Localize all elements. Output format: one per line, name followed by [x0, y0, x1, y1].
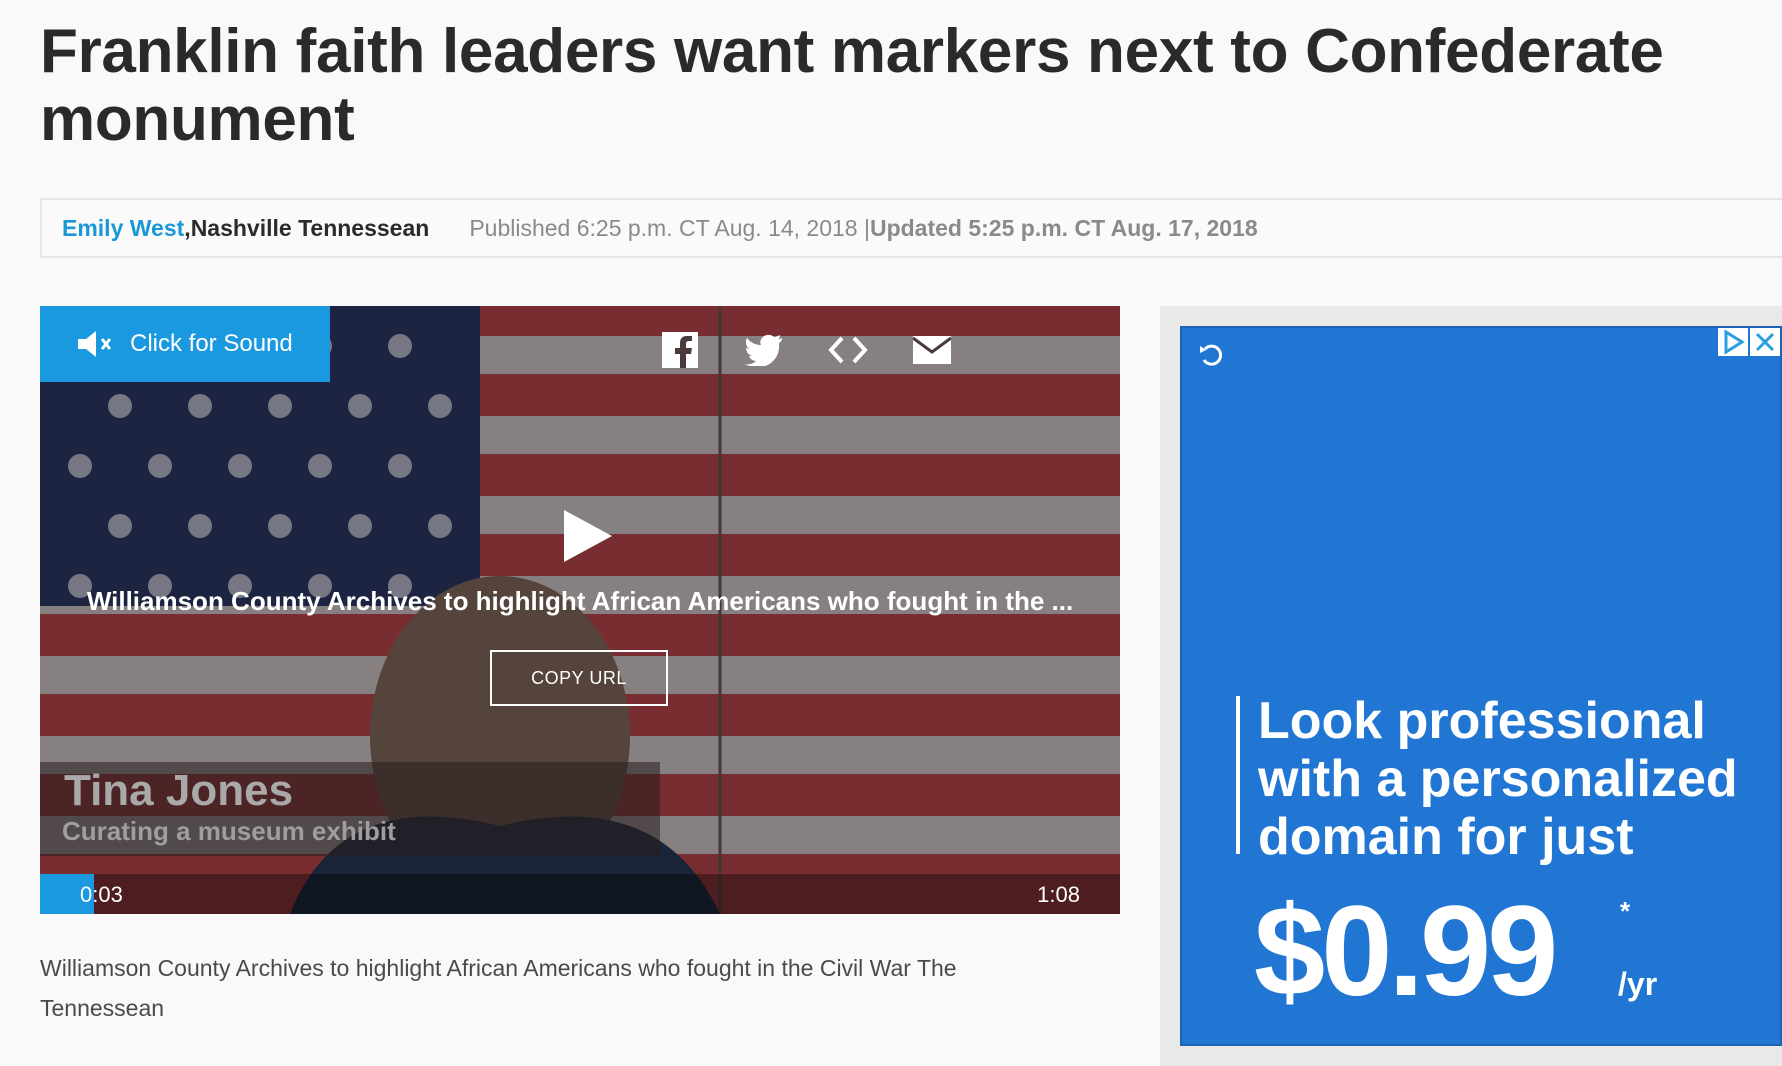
- ad-line-1: Look professional: [1258, 692, 1706, 750]
- lower-third-subtitle: Curating a museum exhibit: [62, 816, 396, 846]
- article-headline: Franklin faith leaders want markers next…: [40, 17, 1664, 154]
- ad-price: $0.99: [1254, 880, 1558, 1023]
- click-for-sound-button[interactable]: Click for Sound: [40, 306, 330, 382]
- ad-divider: [1236, 696, 1240, 854]
- facebook-icon[interactable]: [658, 328, 702, 372]
- twitter-icon[interactable]: [742, 328, 786, 372]
- ad-asterisk: *: [1620, 896, 1631, 926]
- author-link[interactable]: Emily West: [62, 215, 184, 242]
- byline-bar: Emily West, Nashville Tennessean Publish…: [40, 198, 1782, 258]
- close-icon[interactable]: [1750, 328, 1780, 356]
- video-player[interactable]: Click for Sound Williamson County Archiv…: [40, 306, 1120, 914]
- published-date: Published 6:25 p.m. CT Aug. 14, 2018 |: [469, 214, 870, 241]
- advertisement[interactable]: Look professional with a personalized do…: [1180, 326, 1782, 1046]
- muted-speaker-icon: [76, 329, 116, 359]
- video-caption: Williamson County Archives to highlight …: [40, 955, 957, 1021]
- play-icon[interactable]: [560, 506, 616, 566]
- updated-date: Updated 5:25 p.m. CT Aug. 17, 2018: [869, 214, 1258, 241]
- publication-name: Nashville Tennessean: [190, 214, 430, 241]
- video-title: Williamson County Archives to highlight …: [86, 586, 1074, 616]
- email-icon[interactable]: [910, 328, 954, 372]
- ad-per-year: /yr: [1618, 966, 1658, 1002]
- duration: 1:08: [1037, 882, 1080, 907]
- current-time: 0:03: [80, 882, 123, 907]
- lower-third: Tina Jones Curating a museum exhibit: [40, 762, 660, 856]
- ad-line-2: with a personalized: [1258, 750, 1738, 808]
- sound-label: Click for Sound: [130, 330, 293, 357]
- refresh-icon[interactable]: [1196, 340, 1226, 370]
- copy-url-button[interactable]: COPY URL: [490, 650, 668, 706]
- lower-third-name: Tina Jones: [64, 766, 294, 815]
- video-control-bar[interactable]: 0:03 1:08: [40, 874, 1120, 914]
- ad-line-3: domain for just: [1258, 808, 1634, 866]
- ad-choices-icon[interactable]: [1718, 328, 1748, 356]
- embed-icon[interactable]: [826, 328, 870, 372]
